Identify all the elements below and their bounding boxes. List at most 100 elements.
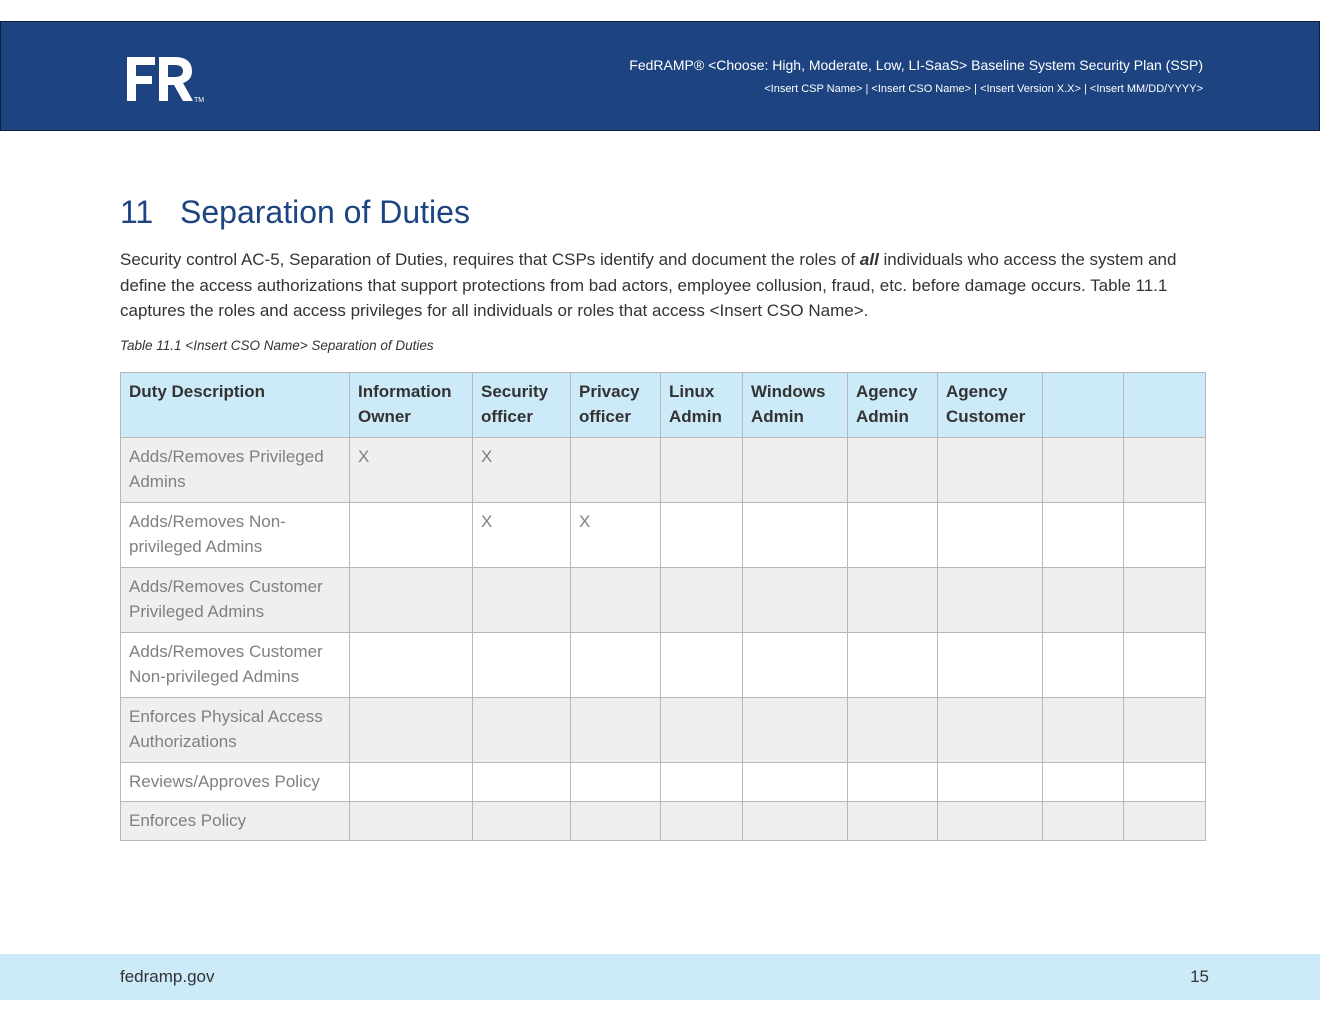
role-assignment-cell [847, 697, 938, 763]
role-assignment-cell [1042, 632, 1124, 698]
role-assignment-cell [570, 632, 661, 698]
logo-trademark: TM [194, 97, 204, 104]
footer-site: fedramp.gov [120, 967, 215, 986]
role-assignment-cell [937, 697, 1043, 763]
column-header: Privacy officer [570, 372, 661, 438]
column-header [1123, 372, 1206, 438]
role-assignment-cell [1123, 762, 1206, 802]
role-assignment-cell [1123, 697, 1206, 763]
role-assignment-cell [472, 697, 571, 763]
role-assignment-cell: X [472, 502, 571, 568]
role-assignment-cell [472, 762, 571, 802]
role-assignment-cell [570, 801, 661, 841]
role-assignment-cell: X [570, 502, 661, 568]
table-header-row: Duty Description Information Owner Securit… [120, 372, 1206, 438]
role-assignment-cell [472, 801, 571, 841]
section-title: Separation of Duties [180, 194, 470, 230]
role-assignment-cell [1123, 632, 1206, 698]
table-row: Adds/Removes Non-privileged Admins X X [120, 502, 1206, 568]
section-heading: 11 Separation of Duties [120, 192, 470, 232]
role-assignment-cell [660, 762, 743, 802]
role-assignment-cell [1042, 567, 1124, 633]
role-assignment-cell [660, 801, 743, 841]
role-assignment-cell [349, 801, 473, 841]
role-assignment-cell [660, 697, 743, 763]
role-assignment-cell: X [349, 437, 473, 503]
section-number: 11 [120, 194, 154, 230]
role-assignment-cell [742, 697, 848, 763]
document-header: TM FedRAMP® <Choose: High, Moderate, Low… [0, 21, 1320, 131]
table-row: Adds/Removes Privileged Admins X X [120, 437, 1206, 503]
duty-description-cell: Adds/Removes Non-privileged Admins [120, 502, 350, 568]
column-header: Windows Admin [742, 372, 848, 438]
role-assignment-cell [937, 502, 1043, 568]
column-header: Security officer [472, 372, 571, 438]
role-assignment-cell [349, 632, 473, 698]
role-assignment-cell [847, 437, 938, 503]
page-number: 15 [1190, 967, 1209, 986]
role-assignment-cell [472, 567, 571, 633]
role-assignment-cell [472, 632, 571, 698]
role-assignment-cell [937, 801, 1043, 841]
table-row: Adds/Removes Customer Non-privileged Adm… [120, 632, 1206, 698]
role-assignment-cell [349, 502, 473, 568]
role-assignment-cell [742, 567, 848, 633]
role-assignment-cell [1042, 697, 1124, 763]
role-assignment-cell [937, 762, 1043, 802]
header-title: FedRAMP® <Choose: High, Moderate, Low, L… [629, 57, 1203, 73]
role-assignment-cell [349, 697, 473, 763]
column-header [1042, 372, 1124, 438]
table-caption: Table 11.1 <Insert CSO Name> Separation … [120, 338, 434, 353]
role-assignment-cell [570, 437, 661, 503]
role-assignment-cell [937, 567, 1043, 633]
role-assignment-cell [660, 437, 743, 503]
role-assignment-cell [660, 567, 743, 633]
role-assignment-cell [742, 437, 848, 503]
role-assignment-cell [1123, 437, 1206, 503]
duty-description-cell: Enforces Physical Access Authorizations [120, 697, 350, 763]
role-assignment-cell [660, 502, 743, 568]
role-assignment-cell [847, 801, 938, 841]
header-text-block: FedRAMP® <Choose: High, Moderate, Low, L… [629, 56, 1203, 96]
role-assignment-cell [937, 437, 1043, 503]
role-assignment-cell [937, 632, 1043, 698]
role-assignment-cell [349, 762, 473, 802]
duty-description-cell: Adds/Removes Customer Privileged Admins [120, 567, 350, 633]
role-assignment-cell [1123, 502, 1206, 568]
role-assignment-cell [1042, 437, 1124, 503]
duty-description-cell: Adds/Removes Privileged Admins [120, 437, 350, 503]
duty-description-cell: Reviews/Approves Policy [120, 762, 350, 802]
document-footer: fedramp.gov 15 [0, 954, 1320, 1000]
role-assignment-cell [1123, 801, 1206, 841]
role-assignment-cell [349, 567, 473, 633]
table-row: Enforces Physical Access Authorizations [120, 697, 1206, 763]
header-subtitle: <Insert CSP Name> | <Insert CSO Name> | … [764, 83, 1203, 95]
role-assignment-cell [1042, 762, 1124, 802]
role-assignment-cell [847, 632, 938, 698]
role-assignment-cell: X [472, 437, 571, 503]
table-body: Adds/Removes Privileged Admins X X Adds/Rem… [120, 437, 1206, 841]
column-header: Agency Admin [847, 372, 938, 438]
column-header: Information Owner [349, 372, 473, 438]
column-header: Agency Customer [937, 372, 1043, 438]
role-assignment-cell [847, 502, 938, 568]
intro-paragraph: Security control AC-5, Separation of Dut… [120, 247, 1210, 324]
role-assignment-cell [742, 632, 848, 698]
intro-emphasis: all [859, 250, 879, 269]
table-row: Adds/Removes Customer Privileged Admins [120, 567, 1206, 633]
role-assignment-cell [570, 567, 661, 633]
role-assignment-cell [847, 762, 938, 802]
role-assignment-cell [660, 632, 743, 698]
duty-description-cell: Adds/Removes Customer Non-privileged Adm… [120, 632, 350, 698]
table-row: Reviews/Approves Policy [120, 762, 1206, 802]
role-assignment-cell [742, 502, 848, 568]
column-header: Linux Admin [660, 372, 743, 438]
role-assignment-cell [742, 762, 848, 802]
role-assignment-cell [570, 762, 661, 802]
separation-of-duties-table: Duty Description Information Owner Securit… [120, 372, 1206, 841]
intro-text-part1: Security control AC-5, Separation of Dut… [120, 250, 860, 269]
role-assignment-cell [1042, 502, 1124, 568]
role-assignment-cell [570, 697, 661, 763]
role-assignment-cell [1123, 567, 1206, 633]
column-header: Duty Description [120, 372, 350, 438]
